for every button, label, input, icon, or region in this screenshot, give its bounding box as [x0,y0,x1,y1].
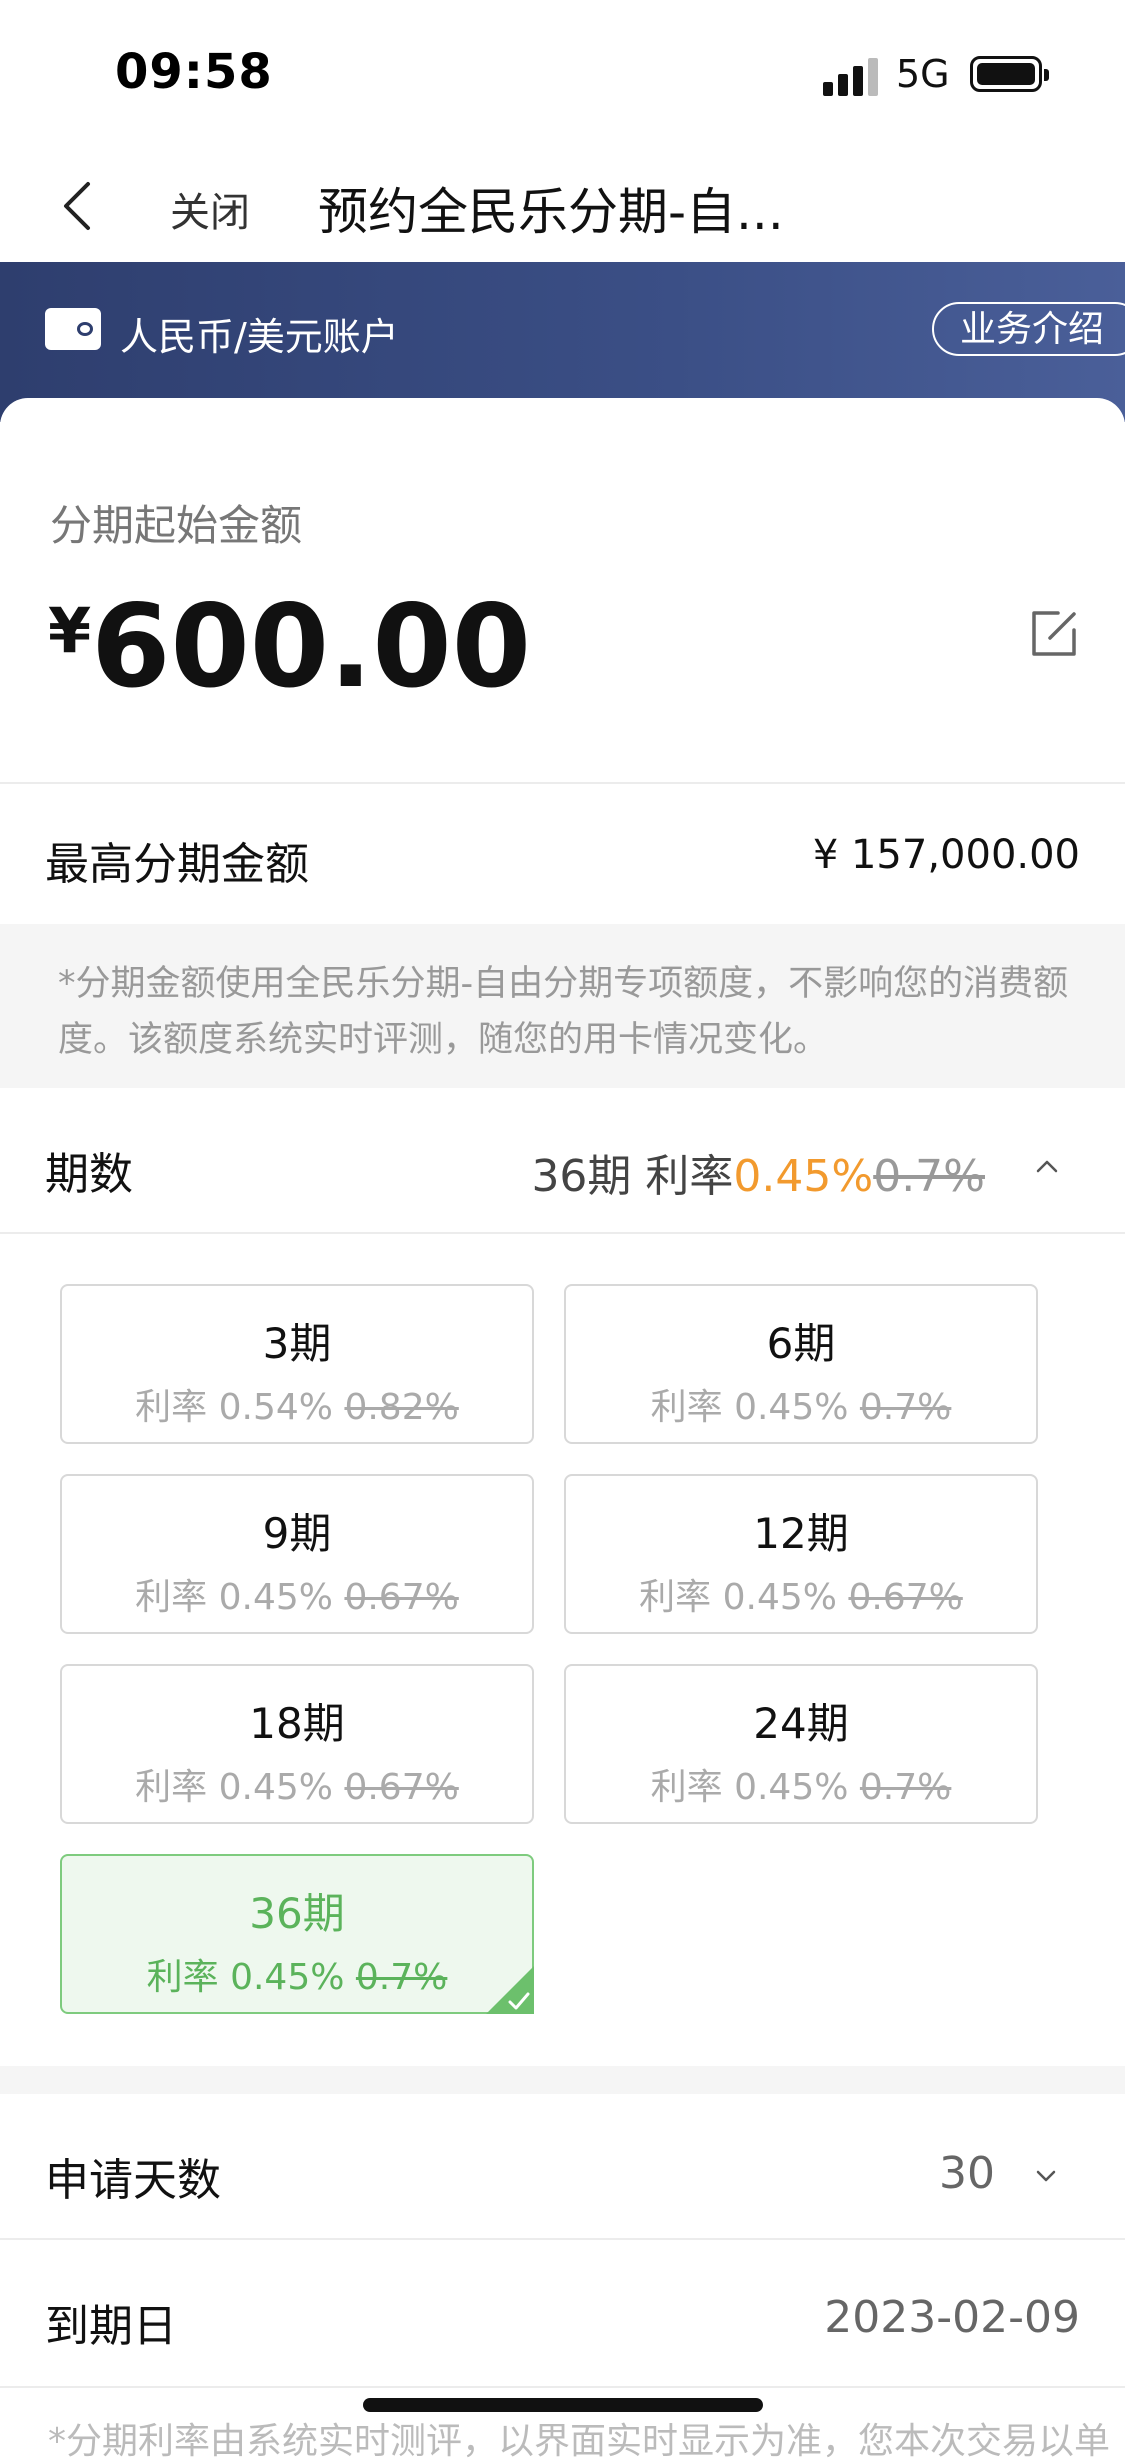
term-option-18[interactable]: 18期 利率 0.45% 0.67% [60,1664,534,1824]
period-selected-old-rate: 0.7% [873,1151,985,1202]
term-option-title: 9期 [262,1509,332,1558]
status-bar: 09:58 5G [0,0,1125,150]
battery-icon [970,56,1049,92]
network-label: 5G [896,52,950,96]
term-option-6[interactable]: 6期 利率 0.45% 0.7% [564,1284,1038,1444]
apply-days-label: 申请天数 [45,2155,221,2206]
chevron-down-icon[interactable] [1034,2168,1058,2184]
page-title: 预约全民乐分期-自... [318,183,784,241]
divider [0,2386,1125,2388]
term-option-rate: 利率 0.45% 0.67% [639,1577,963,1618]
max-amount-label: 最高分期金额 [45,839,309,890]
start-amount-value: 600.00 [91,580,532,713]
term-option-title: 24期 [753,1699,849,1748]
back-arrow-icon[interactable] [58,178,98,234]
term-option-rate: 利率 0.45% 0.7% [146,1957,448,1998]
term-option-rate: 利率 0.45% 0.67% [135,1577,459,1618]
main-card: 分期起始金额 ¥600.00 最高分期金额 ¥ 157,000.00 *分期金额… [0,398,1125,2435]
wallet-icon [45,308,101,350]
period-selected-text: 36期 利率 [531,1151,734,1202]
start-amount-label: 分期起始金额 [50,501,303,550]
due-date-label: 到期日 [45,2301,177,2352]
term-option-3[interactable]: 3期 利率 0.54% 0.82% [60,1284,534,1444]
currency-symbol: ¥ [48,594,92,667]
due-date-value: 2023-02-09 [824,2292,1080,2343]
chevron-up-icon[interactable] [1032,1156,1062,1176]
quota-notice: *分期金额使用全民乐分期-自由分期专项额度，不影响您的消费额度。该额度系统实时评… [0,924,1125,1088]
signal-icon [823,56,879,96]
selected-check-icon [486,1966,534,2014]
term-option-title: 6期 [766,1319,836,1368]
account-label: 人民币/美元账户 [120,315,399,359]
period-label: 期数 [45,1149,133,1200]
term-option-9[interactable]: 9期 利率 0.45% 0.67% [60,1474,534,1634]
rate-footnote: *分期利率由系统实时测评，以界面实时显示为准，您本次交易以单 [48,2421,1111,2462]
term-option-36-selected[interactable]: 36期 利率 0.45% 0.7% [60,1854,534,2014]
term-option-title: 36期 [249,1889,345,1938]
divider [0,782,1125,784]
term-option-rate: 利率 0.45% 0.7% [650,1767,952,1808]
period-selected-rate: 0.45% [733,1151,874,1202]
quota-notice-text: *分期金额使用全民乐分期-自由分期专项额度，不影响您的消费额度。该额度系统实时评… [58,964,1069,1060]
close-button[interactable]: 关闭 [170,180,250,238]
term-option-12[interactable]: 12期 利率 0.45% 0.67% [564,1474,1038,1634]
term-option-rate: 利率 0.45% 0.7% [650,1387,952,1428]
term-option-24[interactable]: 24期 利率 0.45% 0.7% [564,1664,1038,1824]
apply-days-value[interactable]: 30 [939,2148,995,2199]
term-option-title: 18期 [249,1699,345,1748]
max-amount-value: ¥ 157,000.00 [812,832,1080,878]
divider [0,2238,1125,2240]
section-gap [0,2066,1125,2094]
start-amount[interactable]: ¥600.00 [48,580,531,713]
status-time: 09:58 [115,44,273,100]
business-intro-button[interactable]: 业务介绍 [932,302,1125,356]
term-option-rate: 利率 0.45% 0.67% [135,1767,459,1808]
home-indicator [363,2398,763,2412]
term-option-title: 3期 [262,1319,332,1368]
edit-icon[interactable] [1028,608,1080,660]
nav-bar: 关闭 预约全民乐分期-自... [0,150,1125,262]
term-option-rate: 利率 0.54% 0.82% [135,1387,459,1428]
period-selector[interactable]: 36期 利率0.45%0.7% [531,1140,985,1204]
term-option-title: 12期 [753,1509,849,1558]
divider [0,1232,1125,1234]
